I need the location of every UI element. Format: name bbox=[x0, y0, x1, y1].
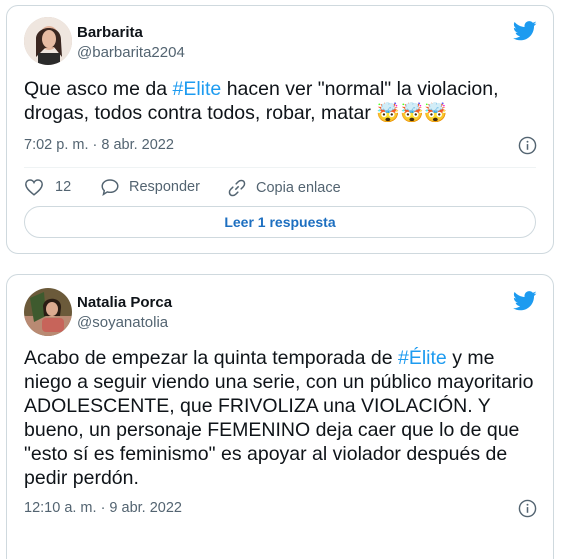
user-handle[interactable]: @soyanatolia bbox=[77, 314, 168, 331]
read-replies-button[interactable]: Leer 1 respuesta bbox=[24, 206, 536, 238]
tweet-timestamp[interactable]: 12:10 a. m. · 9 abr. 2022 bbox=[24, 500, 182, 516]
tweet-text: Acabo de empezar la quinta temporada de … bbox=[24, 346, 539, 490]
twitter-bird-icon[interactable] bbox=[513, 21, 537, 41]
copy-link-button[interactable]: Copia enlace bbox=[227, 178, 341, 198]
info-icon[interactable] bbox=[518, 499, 537, 518]
heart-icon bbox=[25, 179, 43, 196]
tweet-timestamp[interactable]: 7:02 p. m. · 8 abr. 2022 bbox=[24, 137, 174, 153]
tweet-text-part: Que asco me da bbox=[24, 78, 173, 100]
divider bbox=[24, 167, 536, 168]
avatar[interactable] bbox=[24, 17, 72, 65]
user-handle[interactable]: @barbarita2204 bbox=[77, 44, 185, 61]
tweet-text-part: Acabo de empezar la quinta temporada de bbox=[24, 347, 398, 369]
tweet-card[interactable]: Barbarita @barbarita2204 Que asco me da … bbox=[6, 5, 554, 254]
tweet-text: Que asco me da #Elite hacen ver "normal"… bbox=[24, 77, 539, 126]
reply-button[interactable]: Responder bbox=[100, 178, 200, 196]
speech-bubble-icon bbox=[101, 179, 119, 196]
copy-link-label: Copia enlace bbox=[256, 180, 341, 196]
avatar[interactable] bbox=[24, 288, 72, 336]
display-name[interactable]: Natalia Porca bbox=[77, 294, 172, 311]
exploding-head-emoji: 🤯🤯🤯 bbox=[376, 103, 448, 124]
like-button[interactable]: 12 bbox=[24, 178, 71, 196]
reply-label: Responder bbox=[129, 179, 200, 195]
tweet-card[interactable]: Natalia Porca @soyanatolia Acabo de empe… bbox=[6, 274, 554, 559]
hashtag-link[interactable]: #Élite bbox=[398, 347, 447, 369]
like-count: 12 bbox=[55, 179, 72, 195]
info-icon[interactable] bbox=[518, 136, 537, 155]
display-name[interactable]: Barbarita bbox=[77, 24, 143, 41]
hashtag-link[interactable]: #Elite bbox=[173, 78, 222, 100]
twitter-bird-icon[interactable] bbox=[513, 291, 537, 311]
link-icon bbox=[228, 179, 246, 197]
